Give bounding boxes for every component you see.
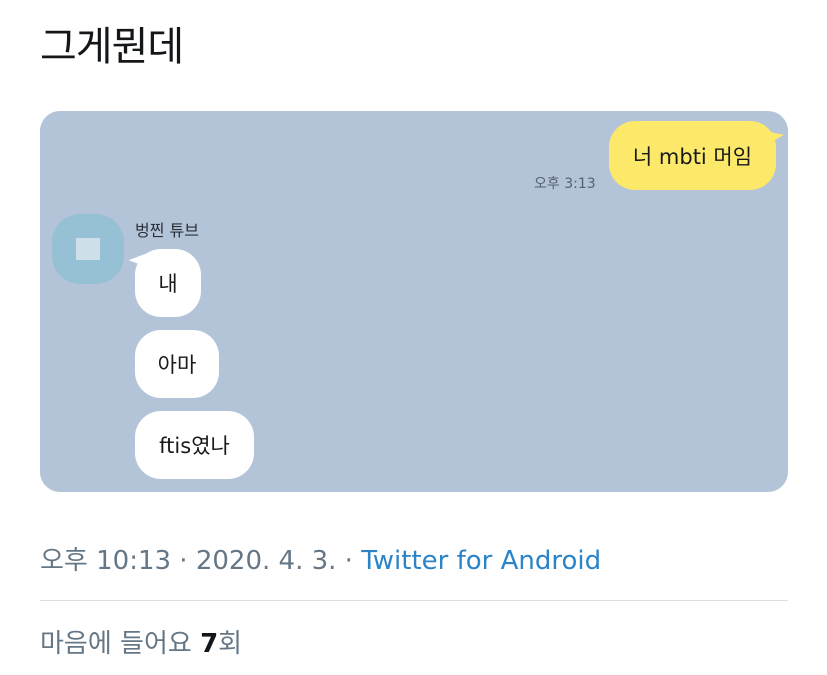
outgoing-message-bubble: 너 mbti 머임 (609, 121, 785, 190)
outgoing-message-time: 오후 3:13 (534, 176, 596, 192)
likes-count: 7 (200, 629, 219, 659)
incoming-message-text: 아마 (157, 353, 197, 377)
sender-avatar (52, 214, 124, 284)
tweet-date[interactable]: 2020. 4. 3. (196, 546, 337, 576)
tweet-source-link[interactable]: Twitter for Android (361, 546, 601, 576)
tweet-time[interactable]: 오후 10:13 (40, 546, 171, 576)
divider (40, 600, 788, 601)
outgoing-message-text: 너 mbti 머임 (632, 144, 753, 169)
bubble-tail (765, 124, 785, 142)
separator: · (336, 546, 362, 576)
incoming-message-bubble: 내 (128, 248, 201, 317)
incoming-message-text: ftis였나 (159, 434, 230, 458)
avatar-placeholder-icon (76, 238, 100, 260)
likes-label: 마음에 들어요 (40, 629, 201, 659)
separator: · (171, 546, 196, 576)
incoming-message-text: 내 (158, 272, 178, 296)
tweet-text: 그게뭔데 (40, 24, 184, 70)
likes-row[interactable]: 마음에 들어요 7회 (40, 623, 242, 660)
sender-name: 벙찐 튜브 (135, 221, 199, 240)
bubble-tail (128, 248, 146, 266)
incoming-message-bubble: 아마 (135, 330, 219, 398)
likes-unit: 회 (218, 629, 243, 659)
tweet-metadata: 오후 10:13 · 2020. 4. 3. · Twitter for And… (40, 540, 601, 577)
chat-screenshot-image[interactable]: 너 mbti 머임 오후 3:13 벙찐 튜브 내 아마 ftis였나 (40, 111, 788, 492)
incoming-message-bubble: ftis였나 (135, 411, 254, 479)
